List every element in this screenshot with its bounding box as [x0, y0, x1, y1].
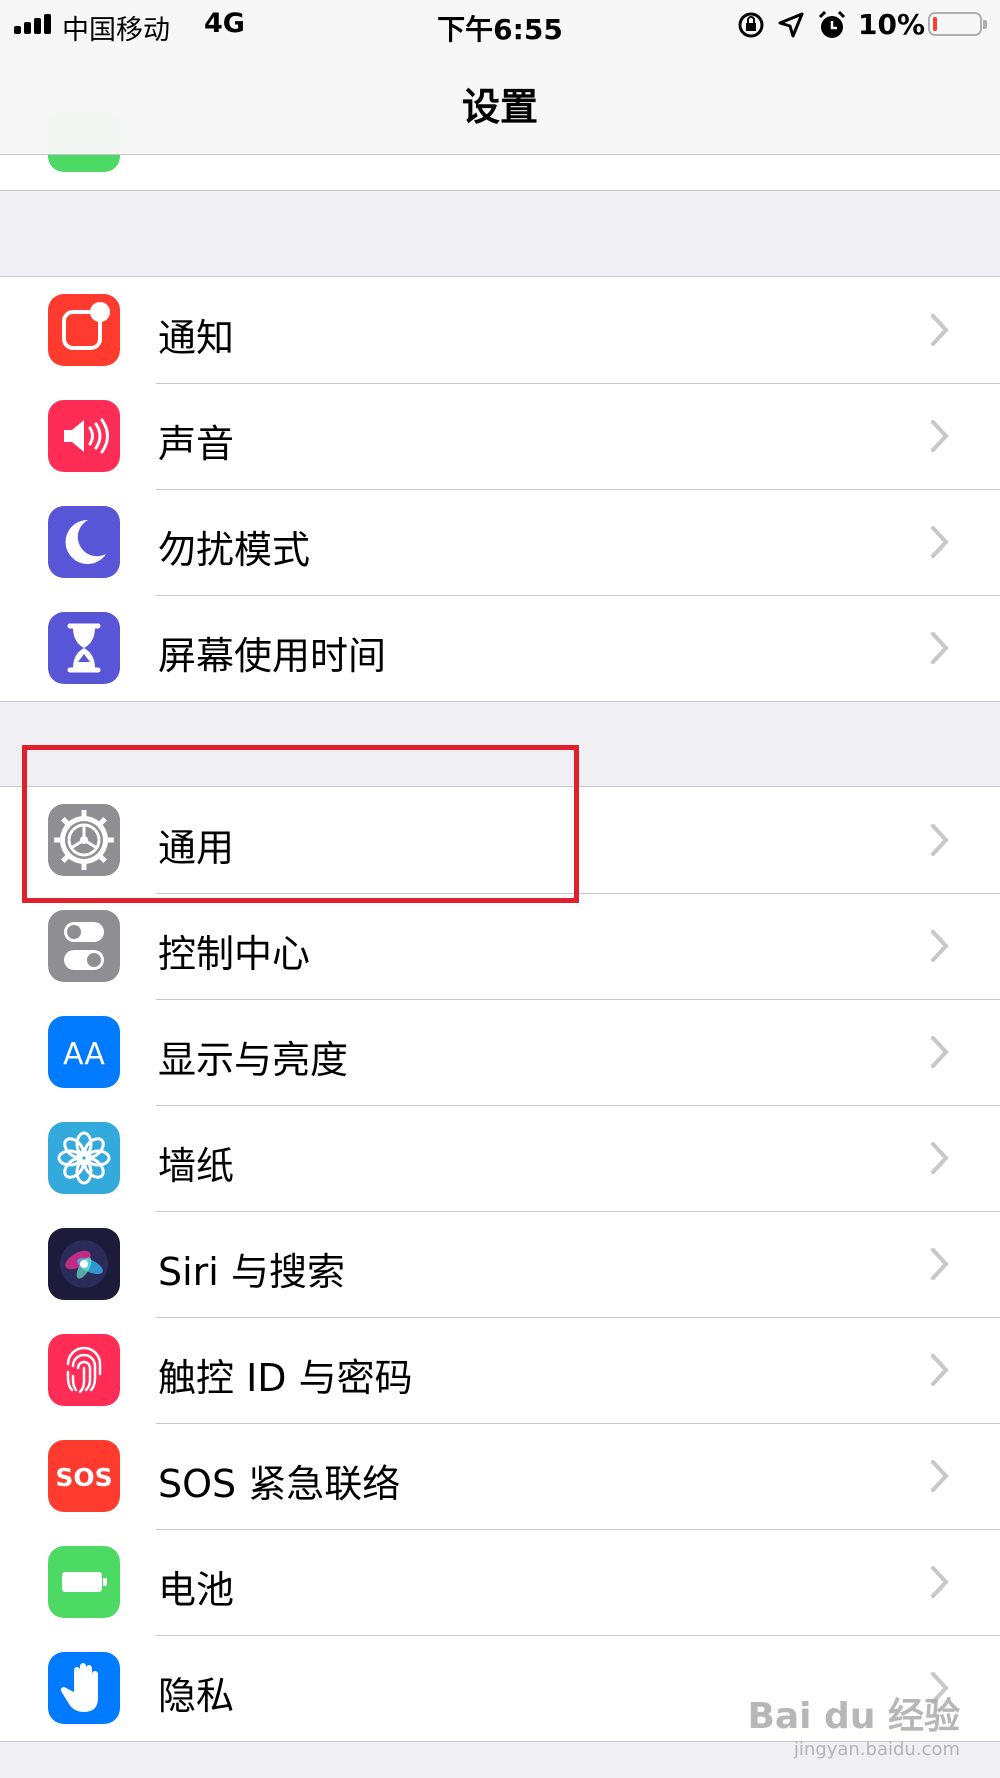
fingerprint-icon [48, 1334, 120, 1406]
settings-screen: 中国移动 4G 下午6:55 10% 设置 通知 声音 勿扰模式 屏幕使用时间 … [0, 0, 1000, 1778]
rotation-lock-icon [738, 12, 764, 38]
settings-row-label: SOS 紧急联络 [158, 1462, 401, 1506]
settings-row-control-center[interactable]: 控制中心 [0, 893, 1000, 999]
sounds-icon [48, 400, 120, 472]
chevron-right-icon [931, 420, 949, 452]
settings-row-label: 触控 ID 与密码 [158, 1356, 413, 1400]
settings-row-sounds[interactable]: 声音 [0, 383, 1000, 489]
settings-row-label: 控制中心 [158, 932, 311, 976]
settings-row-label: 电池 [158, 1568, 235, 1612]
settings-row-do-not-disturb[interactable]: 勿扰模式 [0, 489, 1000, 595]
svg-text:AA: AA [63, 1037, 105, 1072]
moon-icon [48, 506, 120, 578]
flower-icon [48, 1122, 120, 1194]
settings-row-label: 通知 [158, 316, 235, 360]
chevron-right-icon [931, 1566, 949, 1598]
settings-row-display-brightness[interactable]: AA 显示与亮度 [0, 999, 1000, 1105]
watermark-url: jingyan.baidu.com [793, 1739, 960, 1760]
navigation-bar: 中国移动 4G 下午6:55 10% 设置 [0, 0, 1000, 155]
chevron-right-icon [931, 1248, 949, 1280]
battery-percent: 10% [858, 8, 926, 41]
settings-row-battery[interactable]: 电池 [0, 1529, 1000, 1635]
settings-row-emergency-sos[interactable]: SOS SOS 紧急联络 [0, 1423, 1000, 1529]
chevron-right-icon [931, 314, 949, 346]
settings-row-label: 屏幕使用时间 [158, 634, 387, 678]
siri-icon [48, 1228, 120, 1300]
toggles-icon [48, 910, 120, 982]
settings-row-siri-search[interactable]: Siri 与搜索 [0, 1211, 1000, 1317]
settings-row-label: 勿扰模式 [158, 528, 311, 572]
sos-icon: SOS [48, 1440, 120, 1512]
partial-row[interactable] [0, 154, 1000, 191]
hand-icon [48, 1652, 120, 1724]
watermark-logo-text: Bai du 经验 [747, 1696, 960, 1737]
settings-row-label: 显示与亮度 [158, 1038, 349, 1082]
chevron-right-icon [931, 1142, 949, 1174]
settings-row-wallpaper[interactable]: 墙纸 [0, 1105, 1000, 1211]
status-time: 下午6:55 [437, 13, 563, 46]
location-icon [778, 12, 804, 38]
svg-text:SOS: SOS [55, 1463, 112, 1492]
settings-row-label: 墙纸 [158, 1144, 235, 1188]
battery-icon [928, 12, 987, 36]
text-size-icon: AA [48, 1016, 120, 1088]
settings-row-label: 声音 [158, 422, 235, 466]
settings-row-screen-time[interactable]: 屏幕使用时间 [0, 595, 1000, 701]
settings-group-2: 通用 控制中心 AA 显示与亮度 墙纸 Siri 与搜索 触控 ID 与密码 S… [0, 786, 1000, 1742]
hourglass-icon [48, 612, 120, 684]
chevron-right-icon [931, 930, 949, 962]
chevron-right-icon [931, 1036, 949, 1068]
settings-row-label: 隐私 [158, 1674, 235, 1718]
battery-setting-icon [48, 1546, 120, 1618]
notifications-icon [48, 294, 120, 366]
status-bar: 中国移动 4G 下午6:55 10% [0, 0, 1000, 50]
battery-level [933, 17, 937, 31]
baidu-watermark: Bai du 经验 jingyan.baidu.com [747, 1687, 960, 1760]
chevron-right-icon [931, 632, 949, 664]
settings-row-touch-id[interactable]: 触控 ID 与密码 [0, 1317, 1000, 1423]
settings-group-1: 通知 声音 勿扰模式 屏幕使用时间 [0, 276, 1000, 702]
settings-row-label: Siri 与搜索 [158, 1250, 345, 1294]
highlight-box [22, 745, 579, 903]
chevron-right-icon [931, 824, 949, 856]
page-title: 设置 [461, 85, 538, 129]
settings-row-notifications[interactable]: 通知 [0, 277, 1000, 383]
chevron-right-icon [931, 1460, 949, 1492]
alarm-icon [818, 10, 846, 38]
chevron-right-icon [931, 1354, 949, 1386]
chevron-right-icon [931, 526, 949, 558]
